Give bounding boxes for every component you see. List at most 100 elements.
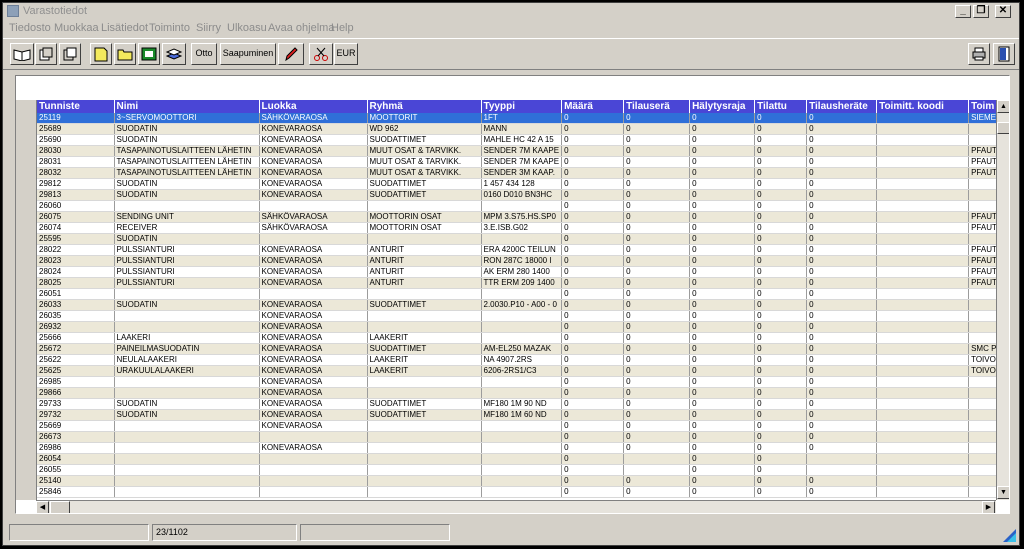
table-cell[interactable]: 0 <box>806 200 878 212</box>
table-cell[interactable] <box>876 453 970 465</box>
table-cell[interactable]: SUODATTIMET <box>367 178 482 190</box>
column-header[interactable]: Hälytysraja <box>689 100 756 113</box>
table-cell[interactable]: 25846 <box>37 486 115 498</box>
table-cell[interactable]: KONEVARAOSA <box>259 387 368 399</box>
table-cell[interactable]: 25622 <box>37 354 115 366</box>
table-cell[interactable]: 0 <box>754 222 808 234</box>
table-cell[interactable]: 0 <box>806 233 878 245</box>
table-cell[interactable]: KONEVARAOSA <box>259 156 368 168</box>
table-cell[interactable]: 0 <box>561 288 625 300</box>
table-cell[interactable]: RECEIVER <box>114 222 260 234</box>
table-cell[interactable] <box>876 431 970 443</box>
table-cell[interactable]: 0 <box>623 332 691 344</box>
table-cell[interactable] <box>114 420 260 432</box>
table-cell[interactable]: 3~SERVOMOOTTORI <box>114 113 260 124</box>
table-cell[interactable]: 0 <box>561 398 625 410</box>
table-cell[interactable]: 0 <box>689 113 756 124</box>
table-cell[interactable]: 0 <box>623 255 691 267</box>
menu-muokkaa[interactable]: Muokkaa <box>54 22 99 34</box>
table-cell[interactable] <box>367 442 482 454</box>
table-cell[interactable]: ANTURIT <box>367 244 482 256</box>
table-row[interactable]: 25622 NEULALAAKERI KONEVARAOSA LAAKERIT NA 4… <box>37 354 1006 366</box>
table-cell[interactable] <box>876 486 970 498</box>
table-cell[interactable] <box>114 321 260 333</box>
table-cell[interactable]: 0 <box>806 475 878 487</box>
table-cell[interactable]: 0 <box>623 222 691 234</box>
menu-tiedosto[interactable]: Tiedosto <box>9 22 51 34</box>
table-cell[interactable]: 0 <box>623 398 691 410</box>
table-cell[interactable]: 28025 <box>37 277 115 289</box>
scroll-down-button[interactable]: ▼ <box>997 486 1009 499</box>
table-cell[interactable]: URAKUULALAAKERI <box>114 365 260 377</box>
table-cell[interactable]: 0 <box>561 266 625 278</box>
table-cell[interactable]: 0 <box>689 431 756 443</box>
table-cell[interactable]: 0 <box>561 222 625 234</box>
stacked-books-button[interactable] <box>162 43 186 65</box>
column-header[interactable]: Ryhmä <box>367 100 482 113</box>
table-cell[interactable]: 26075 <box>37 211 115 223</box>
table-cell[interactable]: 0 <box>754 266 808 278</box>
table-cell[interactable] <box>367 233 482 245</box>
table-cell[interactable]: KONEVARAOSA <box>259 255 368 267</box>
saapuminen-button[interactable]: Saapuminen <box>220 43 276 65</box>
table-cell[interactable] <box>876 266 970 278</box>
table-cell[interactable]: 0 <box>623 299 691 311</box>
table-cell[interactable]: 0 <box>561 255 625 267</box>
table-cell[interactable]: SUODATTIMET <box>367 189 482 201</box>
table-cell[interactable]: 28023 <box>37 255 115 267</box>
table-cell[interactable] <box>876 200 970 212</box>
table-cell[interactable]: 0 <box>561 453 625 465</box>
table-cell[interactable]: 25689 <box>37 123 115 135</box>
table-row[interactable]: 29733 SUODATIN KONEVARAOSA SUODATTIMET MF180… <box>37 398 1006 410</box>
table-cell[interactable]: TASAPAINOTUSLAITTEEN LÄHETIN <box>114 156 260 168</box>
restore-button[interactable]: ❐ <box>973 5 989 18</box>
table-cell[interactable] <box>367 453 482 465</box>
table-cell[interactable]: 0 <box>561 321 625 333</box>
table-cell[interactable] <box>367 420 482 432</box>
table-cell[interactable] <box>114 387 260 399</box>
table-cell[interactable]: 0 <box>623 200 691 212</box>
table-cell[interactable]: 0 <box>561 178 625 190</box>
table-cell[interactable]: 0 <box>806 376 878 388</box>
table-cell[interactable]: 0 <box>689 310 756 322</box>
column-header[interactable]: Tilauserä <box>623 100 691 113</box>
table-cell[interactable]: 0 <box>806 343 878 355</box>
table-cell[interactable]: KONEVARAOSA <box>259 365 368 377</box>
table-cell[interactable]: KONEVARAOSA <box>259 376 368 388</box>
table-cell[interactable]: 25625 <box>37 365 115 377</box>
table-cell[interactable]: 0 <box>754 398 808 410</box>
scroll-left-button[interactable]: ◀ <box>36 501 49 513</box>
table-cell[interactable]: 0 <box>754 431 808 443</box>
table-cell[interactable]: 0 <box>689 321 756 333</box>
table-cell[interactable]: 0 <box>754 354 808 366</box>
table-cell[interactable]: 0 <box>623 233 691 245</box>
table-cell[interactable] <box>876 277 970 289</box>
table-cell[interactable] <box>876 255 970 267</box>
table-cell[interactable]: PULSSIANTURI <box>114 255 260 267</box>
table-cell[interactable]: 0 <box>623 134 691 146</box>
table-cell[interactable]: MPM 3.S75.HS.SP0 <box>481 211 563 223</box>
table-cell[interactable]: 0 <box>561 475 625 487</box>
table-cell[interactable]: 0 <box>806 266 878 278</box>
table-cell[interactable]: 0 <box>806 134 878 146</box>
table-cell[interactable]: SUODATIN <box>114 178 260 190</box>
table-cell[interactable] <box>114 453 260 465</box>
table-cell[interactable]: ERA 4200C TEILUN <box>481 244 563 256</box>
menu-lisatiedot[interactable]: Lisätiedot <box>101 22 148 34</box>
table-cell[interactable]: MANN <box>481 123 563 135</box>
table-cell[interactable]: 0 <box>623 475 691 487</box>
table-cell[interactable]: 0 <box>561 167 625 179</box>
table-cell[interactable]: 0 <box>689 167 756 179</box>
table-cell[interactable]: 0 <box>689 332 756 344</box>
table-cell[interactable] <box>481 486 563 498</box>
table-cell[interactable] <box>481 200 563 212</box>
table-cell[interactable]: 0 <box>754 134 808 146</box>
table-cell[interactable]: 28030 <box>37 145 115 157</box>
table-cell[interactable]: 0 <box>623 376 691 388</box>
table-row[interactable]: 28025 PULSSIANTURI KONEVARAOSA ANTURIT TTR E… <box>37 277 1006 289</box>
table-cell[interactable]: 0 <box>561 387 625 399</box>
table-cell[interactable]: 0 <box>623 365 691 377</box>
table-cell[interactable]: 1 457 434 128 <box>481 178 563 190</box>
table-cell[interactable] <box>481 453 563 465</box>
table-cell[interactable]: 29866 <box>37 387 115 399</box>
